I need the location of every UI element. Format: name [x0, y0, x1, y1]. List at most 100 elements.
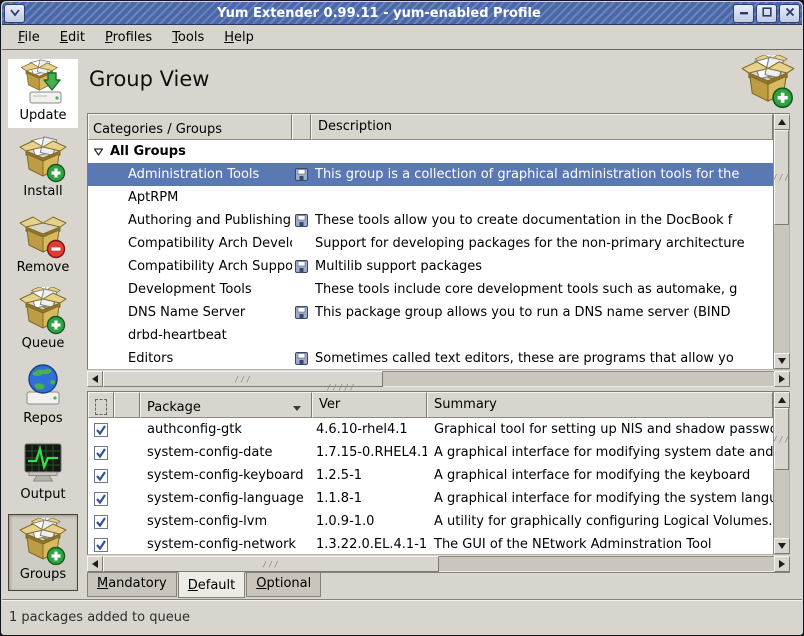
package-row[interactable]: system-config-network 1.3.22.0.EL.4.1-1 …	[88, 533, 773, 554]
sidebar-item-update[interactable]: Update	[8, 59, 78, 128]
window-menu-button[interactable]	[4, 4, 25, 23]
group-label: Administration Tools	[128, 167, 259, 182]
column-header-icon[interactable]	[292, 114, 311, 140]
group-description: Support for developing packages for the …	[311, 236, 773, 251]
package-group-icon	[292, 168, 311, 181]
arrow-right-icon	[779, 375, 785, 383]
package-table-vscrollbar[interactable]: ///	[773, 392, 789, 554]
sidebar-item-queue[interactable]: Queue	[8, 287, 78, 356]
package-summary: The GUI of the NEtwork Adminstration Too…	[427, 537, 773, 552]
package-checkbox[interactable]	[88, 446, 114, 460]
column-header-description[interactable]: Description	[311, 114, 773, 140]
column-header-categories[interactable]: Categories / Groups	[88, 114, 292, 140]
menu-help[interactable]: Help	[214, 27, 264, 48]
scroll-thumb[interactable]: ///	[774, 130, 789, 225]
package-row[interactable]: system-config-keyboard 1.2.5-1 A graphic…	[88, 464, 773, 487]
group-row[interactable]: Editors Sometimes called text editors, t…	[88, 347, 773, 369]
package-checkbox[interactable]	[88, 423, 114, 437]
menu-tools[interactable]: Tools	[162, 27, 214, 48]
group-row[interactable]: DNS Name Server This package group allow…	[88, 301, 773, 324]
sidebar-item-label: Output	[20, 487, 65, 502]
scroll-track[interactable]: ///	[103, 556, 774, 572]
scroll-right-button[interactable]	[774, 556, 790, 572]
maximize-icon	[762, 6, 772, 21]
group-description: Multilib support packages	[311, 259, 773, 274]
package-version: 1.0.9-1.0	[312, 514, 427, 529]
column-header-label: Package	[147, 400, 201, 415]
package-summary: A graphical interface for modifying the …	[427, 468, 773, 483]
column-header-summary[interactable]: Summary	[427, 392, 773, 418]
maximize-button[interactable]	[756, 4, 777, 23]
sidebar-item-label: Install	[23, 184, 62, 199]
arrow-left-icon	[92, 560, 98, 568]
package-name: system-config-network	[140, 537, 312, 552]
expander-icon[interactable]	[93, 146, 104, 157]
menu-file[interactable]: File	[8, 27, 50, 48]
sidebar-item-groups[interactable]: Groups	[8, 514, 78, 591]
scroll-thumb[interactable]: ///	[774, 408, 789, 470]
minimize-button[interactable]	[733, 4, 754, 23]
update-icon	[19, 59, 67, 107]
package-checkbox[interactable]	[88, 492, 114, 506]
scroll-right-button[interactable]	[774, 371, 790, 387]
menu-edit[interactable]: Edit	[50, 27, 95, 48]
sidebar-item-output[interactable]: Output	[8, 438, 78, 507]
group-table-vscrollbar[interactable]: ///	[773, 114, 789, 369]
group-row[interactable]: AptRPM	[88, 186, 773, 209]
queue-icon	[19, 287, 67, 335]
app-window: Yum Extender 0.99.11 - yum-enabled Profi…	[0, 0, 804, 636]
scroll-left-button[interactable]	[87, 371, 103, 387]
sidebar-item-install[interactable]: Install	[8, 135, 78, 204]
tab-optional[interactable]: Optional	[246, 573, 321, 597]
scroll-down-button[interactable]	[774, 353, 790, 369]
package-checkbox[interactable]	[88, 469, 114, 483]
package-checkbox[interactable]	[88, 515, 114, 529]
pane-splitter[interactable]: /////	[301, 384, 381, 391]
package-row[interactable]: authconfig-gtk 4.6.10-rhel4.1 Graphical …	[88, 418, 773, 441]
tab-mandatory[interactable]: Mandatory	[87, 573, 177, 597]
group-row[interactable]: Compatibility Arch Support Multilib supp…	[88, 255, 773, 278]
group-row[interactable]: All Groups	[88, 140, 773, 163]
scroll-track[interactable]: ///	[774, 408, 789, 538]
group-row[interactable]: Development Tools These tools include co…	[88, 278, 773, 301]
package-row[interactable]: system-config-language 1.1.8-1 A graphic…	[88, 487, 773, 510]
scroll-thumb[interactable]: ///	[103, 556, 439, 572]
menu-profiles[interactable]: Profiles	[95, 27, 162, 48]
select-all-box	[95, 399, 107, 415]
column-header-package[interactable]: Package	[140, 392, 312, 418]
group-row[interactable]: Compatibility Arch Development Support S…	[88, 232, 773, 255]
scroll-up-button[interactable]	[774, 114, 790, 130]
arrow-down-icon	[778, 358, 786, 364]
scroll-track[interactable]: ///	[103, 371, 774, 387]
group-table-hscrollbar[interactable]: ///	[87, 371, 790, 387]
group-label: AptRPM	[128, 190, 178, 205]
scroll-up-button[interactable]	[774, 392, 790, 408]
scroll-down-button[interactable]	[774, 538, 790, 554]
column-header-icon[interactable]	[114, 392, 140, 418]
tab-default[interactable]: Default	[178, 572, 246, 598]
package-row[interactable]: system-config-date 1.7.15-0.RHEL4.1 A gr…	[88, 441, 773, 464]
package-name: system-config-date	[140, 445, 312, 460]
group-row[interactable]: drbd-heartbeat	[88, 324, 773, 347]
package-table-hscrollbar[interactable]: ///	[87, 556, 790, 572]
group-label: Compatibility Arch Support	[128, 259, 292, 274]
minimize-icon	[739, 6, 749, 21]
output-icon	[19, 438, 67, 486]
chevron-down-icon	[9, 6, 21, 21]
close-button[interactable]	[779, 4, 800, 23]
scroll-track[interactable]: ///	[774, 130, 789, 353]
group-row[interactable]: Administration Tools This group is a col…	[88, 163, 773, 186]
sidebar-item-remove[interactable]: Remove	[8, 211, 78, 280]
column-header-checkbox[interactable]	[88, 392, 114, 418]
column-header-ver[interactable]: Ver	[312, 392, 427, 418]
titlebar[interactable]: Yum Extender 0.99.11 - yum-enabled Profi…	[2, 2, 802, 25]
package-group-icon	[292, 260, 311, 273]
sidebar-item-label: Remove	[17, 260, 70, 275]
package-checkbox[interactable]	[88, 538, 114, 552]
package-version: 1.2.5-1	[312, 468, 427, 483]
scroll-left-button[interactable]	[87, 556, 103, 572]
sidebar-item-repos[interactable]: Repos	[8, 362, 78, 431]
package-row[interactable]: system-config-lvm 1.0.9-1.0 A utility fo…	[88, 510, 773, 533]
close-icon	[785, 6, 795, 21]
group-row[interactable]: Authoring and Publishing These tools all…	[88, 209, 773, 232]
